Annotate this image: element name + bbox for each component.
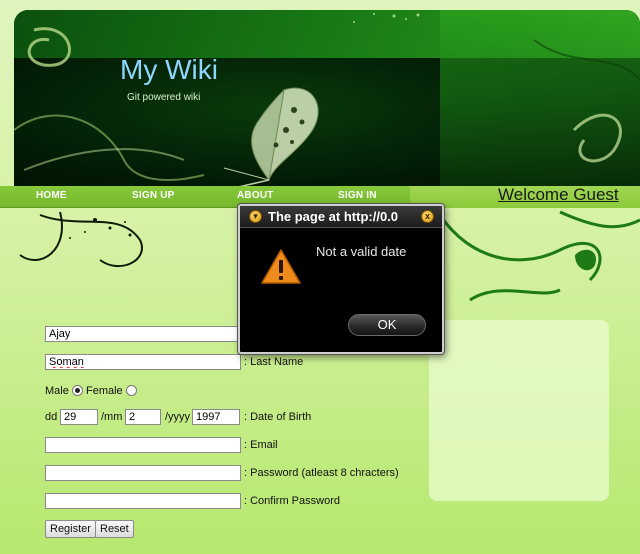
dob-label: : Date of Birth bbox=[244, 411, 312, 423]
gender-male-label: Male bbox=[45, 385, 69, 397]
password-label: : Password (atleast 8 chracters) bbox=[244, 467, 399, 479]
confirm-password-input[interactable] bbox=[45, 493, 241, 509]
dob-month-input[interactable] bbox=[125, 409, 161, 425]
confirm-password-label: : Confirm Password bbox=[244, 495, 340, 507]
last-name-label: : Last Name bbox=[244, 356, 304, 368]
email-label: : Email bbox=[244, 439, 278, 451]
reset-button[interactable]: Reset bbox=[95, 520, 134, 538]
warning-icon bbox=[261, 249, 301, 284]
last-name-input[interactable] bbox=[45, 354, 241, 370]
side-panel bbox=[429, 320, 609, 501]
password-input[interactable] bbox=[45, 465, 241, 481]
banner-artwork bbox=[14, 13, 640, 188]
first-name-input[interactable] bbox=[45, 326, 241, 342]
register-button[interactable]: Register bbox=[45, 520, 96, 538]
site-title[interactable]: My Wiki bbox=[120, 54, 218, 86]
nav-sign-up[interactable]: SIGN UP bbox=[132, 190, 175, 201]
dialog-message: Not a valid date bbox=[316, 244, 407, 259]
dob-day-input[interactable] bbox=[60, 409, 98, 425]
dob-yyyy-label: /yyyy bbox=[165, 411, 191, 423]
header-banner: My Wiki Git powered wiki bbox=[14, 10, 640, 188]
gender-male-radio[interactable] bbox=[72, 385, 83, 396]
alert-dialog: ▾ The page at http://0.0 x Not a valid d… bbox=[238, 204, 444, 354]
email-input[interactable] bbox=[45, 437, 241, 453]
dob-year-input[interactable] bbox=[192, 409, 240, 425]
gender-female-label: Female bbox=[86, 385, 123, 397]
pin-icon[interactable]: ▾ bbox=[249, 210, 262, 223]
site-subtitle: Git powered wiki bbox=[127, 92, 201, 103]
dob-dd-label: dd bbox=[45, 411, 58, 423]
gender-female-radio[interactable] bbox=[126, 385, 137, 396]
nav-home[interactable]: HOME bbox=[36, 190, 67, 201]
nav-sign-in[interactable]: SIGN IN bbox=[338, 190, 377, 201]
ok-button[interactable]: OK bbox=[348, 314, 426, 336]
close-icon[interactable]: x bbox=[421, 210, 434, 223]
dialog-titlebar[interactable]: ▾ The page at http://0.0 x bbox=[240, 206, 442, 228]
dob-mm-label: /mm bbox=[101, 411, 123, 423]
nav-about[interactable]: ABOUT bbox=[237, 190, 274, 201]
welcome-guest-link[interactable]: Welcome Guest bbox=[498, 185, 619, 205]
dialog-title: The page at http://0.0 bbox=[268, 209, 399, 224]
